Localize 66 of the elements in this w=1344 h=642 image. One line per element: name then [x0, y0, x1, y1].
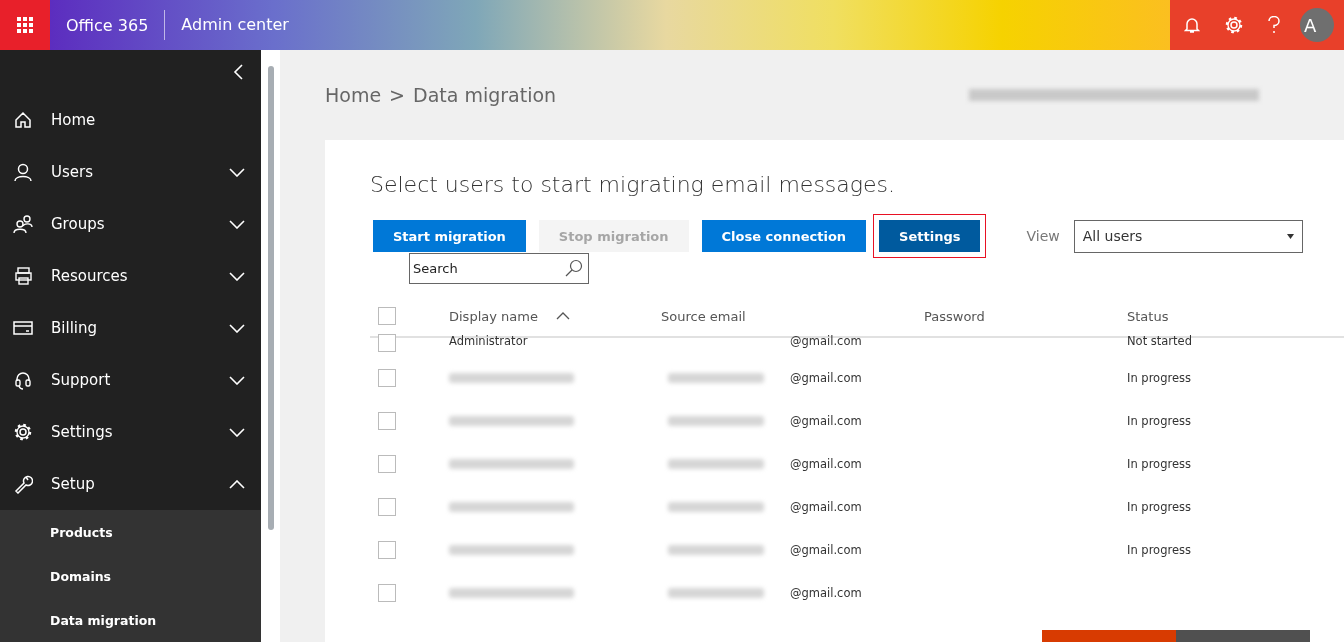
nav-item[interactable]: Setup — [0, 458, 261, 510]
gear-icon — [13, 422, 33, 442]
column-header[interactable]: Display name — [449, 308, 538, 324]
table-cell: Administrator — [449, 334, 528, 348]
table-cell: In progress — [1127, 413, 1191, 428]
nav-item[interactable]: Settings — [0, 406, 261, 458]
group-icon — [13, 214, 33, 234]
headset-icon — [13, 370, 33, 390]
table-cell: Not started — [1127, 334, 1192, 348]
home-icon — [13, 110, 33, 130]
checkbox[interactable] — [378, 454, 396, 473]
app-name[interactable]: Office 365 — [50, 15, 165, 35]
caret-icon — [1286, 233, 1294, 239]
checkbox[interactable] — [378, 540, 396, 559]
table-cell: @gmail.com — [790, 542, 862, 557]
scrollbar-thumb[interactable] — [267, 66, 274, 530]
search-field[interactable]: Search — [409, 253, 589, 284]
collapse-icon[interactable] — [233, 64, 243, 80]
checkbox[interactable] — [378, 583, 396, 602]
table-cell: @gmail.com — [790, 413, 862, 428]
breadcrumb-separator: > — [389, 84, 406, 106]
printer-icon — [13, 266, 33, 286]
nav-item[interactable]: Groups — [0, 198, 261, 250]
checkbox[interactable] — [378, 497, 396, 516]
checkbox[interactable] — [378, 411, 396, 430]
toolbar-button[interactable]: Start migration — [373, 220, 526, 252]
page-heading: Select users to start migrating email messages. — [370, 172, 896, 199]
nav-subitem[interactable]: Data migration — [0, 598, 261, 642]
view-label: View — [1026, 228, 1060, 244]
checkbox[interactable] — [378, 368, 396, 387]
table-cell: In progress — [1127, 542, 1191, 557]
view-dropdown[interactable]: All users — [1073, 219, 1303, 253]
breadcrumb-link[interactable]: Home — [325, 84, 382, 106]
wrench-icon — [13, 474, 33, 494]
nav-item[interactable]: Support — [0, 354, 261, 406]
nav-item[interactable]: Resources — [0, 250, 261, 302]
table-cell: In progress — [1127, 499, 1191, 514]
section-title: Admin center — [164, 10, 305, 40]
help-icon[interactable] — [1268, 16, 1280, 34]
nav-item[interactable]: Billing — [0, 302, 261, 354]
table-cell: @gmail.com — [790, 370, 862, 385]
table-cell: @gmail.com — [790, 585, 862, 600]
table-cell: @gmail.com — [790, 456, 862, 471]
nav-subitem[interactable]: Products — [0, 510, 261, 554]
toolbar-button[interactable]: Close connection — [701, 220, 867, 252]
table-cell: In progress — [1127, 456, 1191, 471]
toolbar-button[interactable]: Settings — [879, 220, 981, 252]
settings-icon[interactable] — [1224, 15, 1244, 35]
user-avatar[interactable]: A — [1300, 8, 1334, 42]
table-cell: In progress — [1127, 370, 1191, 385]
nav-item[interactable]: Home — [0, 94, 261, 146]
search-icon — [565, 259, 583, 277]
column-header[interactable]: Password — [924, 308, 985, 324]
checkbox[interactable] — [378, 334, 396, 352]
user-icon — [13, 162, 33, 182]
notification-icon[interactable] — [1184, 16, 1200, 34]
table-cell: @gmail.com — [790, 334, 862, 348]
app-launcher-icon[interactable] — [17, 17, 33, 33]
breadcrumb-current: Data migration — [413, 84, 557, 106]
nav-item[interactable]: Users — [0, 146, 261, 198]
card-icon — [13, 318, 33, 338]
column-header[interactable]: Source email — [661, 308, 746, 324]
column-header[interactable]: Status — [1127, 308, 1169, 324]
nav-subitem[interactable]: Domains — [0, 554, 261, 598]
table-cell: @gmail.com — [790, 499, 862, 514]
checkbox[interactable] — [378, 307, 396, 325]
